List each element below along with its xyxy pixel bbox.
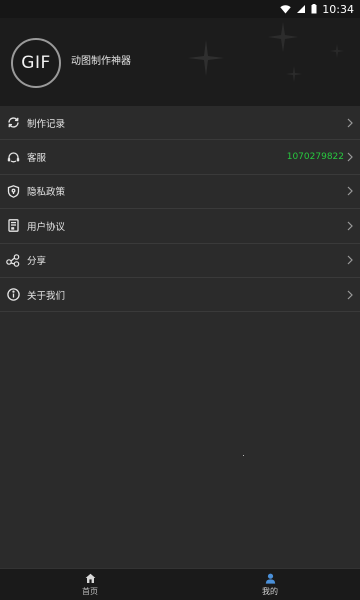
chevron-right-icon [347, 221, 353, 231]
menu-item-share[interactable]: 分享 [0, 244, 360, 278]
info-icon [6, 288, 20, 302]
shield-icon [6, 184, 20, 198]
chevron-right-icon [347, 255, 353, 265]
signal-icon [297, 5, 306, 13]
menu-item-label: 用户协议 [27, 221, 66, 233]
menu-item-customer-service[interactable]: 客服 1070279822 [0, 140, 360, 175]
menu-item-user-agreement[interactable]: 用户协议 [0, 209, 360, 244]
settings-menu: 制作记录 客服 1070279822 隐私政策 用户协议 分享 关于我们 [0, 106, 360, 313]
headset-icon [6, 150, 20, 164]
document-icon [6, 219, 20, 233]
tab-label: 我的 [262, 586, 278, 596]
chevron-right-icon [347, 118, 353, 128]
sparkle-icon [188, 40, 224, 76]
menu-item-records[interactable]: 制作记录 [0, 106, 360, 141]
tab-mine[interactable]: 我的 [180, 569, 360, 600]
battery-icon [311, 4, 317, 14]
menu-item-privacy-policy[interactable]: 隐私政策 [0, 175, 360, 210]
bottom-tab-bar: 首页 我的 [0, 568, 360, 600]
avatar[interactable]: GIF [11, 38, 61, 88]
share-icon [6, 253, 20, 267]
status-time: 10:34 [322, 2, 354, 16]
tab-home[interactable]: 首页 [0, 569, 180, 600]
chevron-right-icon [347, 152, 353, 162]
app-name: 动图制作神器 [71, 56, 131, 67]
menu-item-label: 制作记录 [27, 118, 66, 130]
wifi-icon [280, 4, 291, 13]
tab-label: 首页 [82, 586, 98, 596]
sparkle-icon [286, 66, 302, 82]
chevron-right-icon [347, 187, 353, 196]
menu-item-label: 分享 [27, 256, 47, 268]
chevron-right-icon [347, 290, 353, 300]
person-icon [265, 573, 275, 584]
home-icon [85, 573, 95, 583]
decorative-dot [243, 455, 244, 456]
menu-item-about-us[interactable]: 关于我们 [0, 278, 360, 313]
status-bar: 10:34 [0, 0, 360, 18]
customer-service-number: 1070279822 [286, 152, 344, 163]
sparkle-icon [330, 44, 344, 58]
menu-item-label: 客服 [27, 153, 47, 165]
profile-header: GIF 动图制作神器 [0, 18, 360, 106]
menu-item-label: 关于我们 [27, 290, 66, 302]
menu-item-label: 隐私政策 [27, 187, 66, 199]
sparkle-icon [268, 22, 298, 52]
refresh-icon [6, 116, 20, 130]
